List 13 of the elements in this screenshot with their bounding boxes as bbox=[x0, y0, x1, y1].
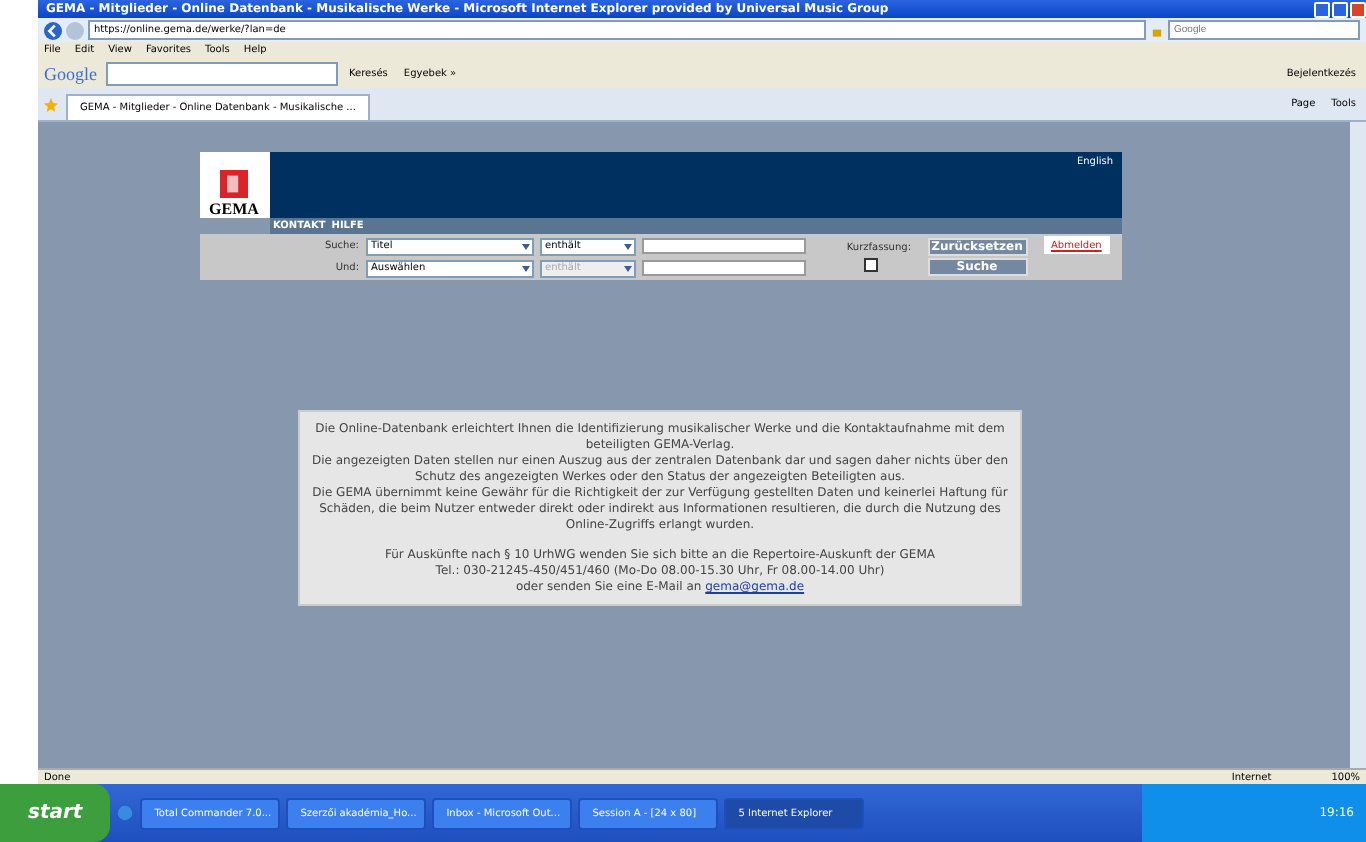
back-icon[interactable] bbox=[44, 21, 62, 39]
scrollbar[interactable] bbox=[1350, 122, 1366, 768]
google-search-field[interactable] bbox=[105, 61, 337, 85]
search-term-field[interactable] bbox=[641, 238, 805, 254]
maximize-button[interactable] bbox=[1332, 1, 1348, 17]
search-term-field[interactable] bbox=[641, 260, 805, 276]
logo-icon bbox=[220, 168, 248, 200]
google-logo: Google bbox=[44, 63, 97, 83]
close-button[interactable] bbox=[1350, 1, 1366, 17]
logo-text: GEMA bbox=[209, 200, 259, 218]
short-form-checkbox[interactable] bbox=[864, 258, 878, 272]
star-icon[interactable] bbox=[44, 97, 58, 111]
minimize-button[interactable] bbox=[1314, 1, 1330, 17]
